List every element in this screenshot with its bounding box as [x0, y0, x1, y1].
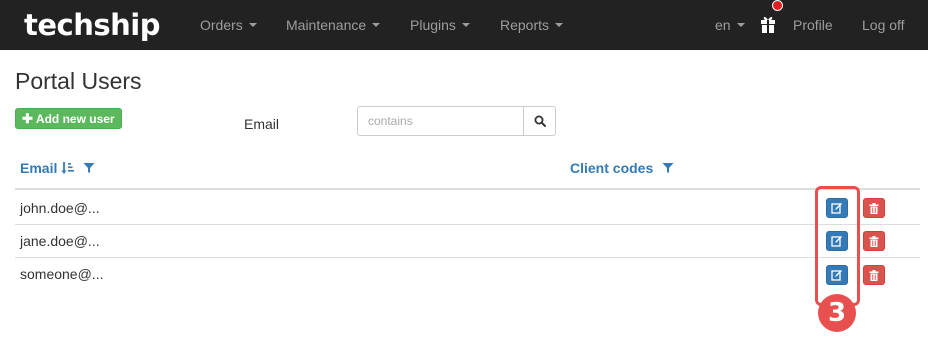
- nav-menu-reports[interactable]: Reports: [500, 0, 564, 50]
- nav-menu-orders-label: Orders: [200, 17, 243, 33]
- column-header-email-label: Email: [20, 160, 58, 176]
- caret-down-icon: [461, 23, 470, 27]
- top-navbar: techship Orders Maintenance Plugins Repo…: [0, 0, 928, 50]
- nav-menu-maintenance[interactable]: Maintenance: [286, 0, 381, 50]
- nav-menu-plugins-label: Plugins: [410, 17, 456, 33]
- table-header-divider: [15, 188, 920, 190]
- add-new-user-button[interactable]: ✚ Add new user: [15, 108, 122, 129]
- page-title: Portal Users: [15, 68, 142, 94]
- caret-down-icon: [248, 23, 257, 27]
- notification-dot: [772, 0, 783, 11]
- search-icon: [534, 115, 546, 127]
- nav-menu-orders[interactable]: Orders: [200, 0, 257, 50]
- delete-user-button[interactable]: [863, 198, 885, 218]
- search-button[interactable]: [524, 106, 556, 136]
- annotation-highlight-box: [815, 186, 860, 306]
- add-new-user-label: Add new user: [35, 111, 115, 126]
- caret-down-icon: [736, 23, 745, 27]
- table-row-email: someone@...: [20, 266, 104, 282]
- language-selector[interactable]: en: [715, 0, 745, 50]
- nav-logoff[interactable]: Log off: [862, 0, 905, 50]
- delete-user-button[interactable]: [863, 231, 885, 251]
- delete-user-button[interactable]: [863, 265, 885, 285]
- table-row-divider: [15, 257, 920, 258]
- email-filter-label: Email: [244, 116, 280, 132]
- language-label: en: [715, 17, 731, 33]
- email-search-group: [357, 106, 556, 136]
- column-header-client-codes[interactable]: Client codes: [570, 160, 674, 176]
- caret-down-icon: [372, 23, 381, 27]
- table-row-email: john.doe@...: [20, 200, 100, 216]
- annotation-step-badge: 3: [818, 294, 856, 332]
- nav-menu-reports-label: Reports: [500, 17, 550, 33]
- column-header-email[interactable]: Email: [20, 160, 95, 176]
- filter-icon[interactable]: [662, 162, 674, 174]
- nav-profile[interactable]: Profile: [793, 0, 833, 50]
- nav-menu-plugins[interactable]: Plugins: [410, 0, 470, 50]
- trash-icon: [869, 235, 879, 247]
- sort-amount-asc-icon[interactable]: [61, 161, 75, 175]
- table-row-email: jane.doe@...: [20, 233, 100, 249]
- filter-icon[interactable]: [83, 162, 95, 174]
- trash-icon: [869, 269, 879, 281]
- table-row-divider: [15, 224, 920, 225]
- caret-down-icon: [555, 23, 564, 27]
- column-header-client-codes-label: Client codes: [570, 160, 654, 176]
- email-search-input[interactable]: [357, 106, 524, 136]
- nav-menu-maintenance-label: Maintenance: [286, 17, 367, 33]
- trash-icon: [869, 202, 879, 214]
- gift-icon[interactable]: [760, 13, 776, 33]
- plus-icon: ✚: [22, 110, 33, 126]
- brand-logo[interactable]: techship: [24, 0, 160, 50]
